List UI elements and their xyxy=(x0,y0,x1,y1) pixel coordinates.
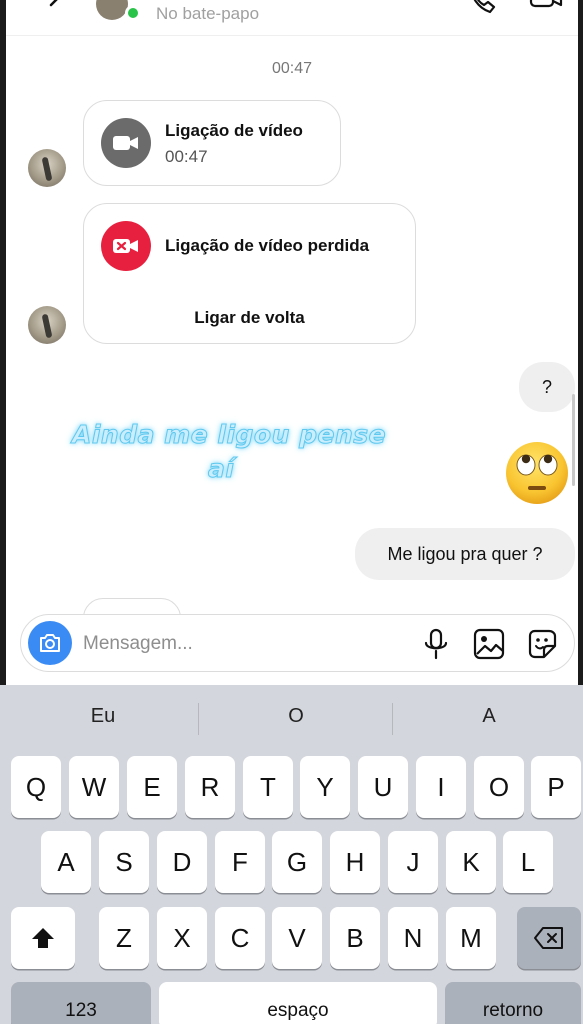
suggestion-bar: Eu O A xyxy=(0,685,583,751)
backspace-key[interactable] xyxy=(517,907,581,969)
chat-thread[interactable]: 00:47 Ligação de vídeo 00:47 Ligação de … xyxy=(6,36,578,685)
key-v[interactable]: V xyxy=(272,907,322,969)
online-status-dot xyxy=(125,5,141,21)
phone-call-icon[interactable] xyxy=(466,0,500,18)
video-camera-icon xyxy=(101,118,151,168)
missed-call-title: Ligação de vídeo perdida xyxy=(165,236,370,255)
key-a[interactable]: A xyxy=(41,831,91,893)
video-call-card[interactable]: Ligação de vídeo 00:47 xyxy=(83,100,341,186)
key-r[interactable]: R xyxy=(185,756,235,818)
sender-avatar[interactable] xyxy=(28,149,66,187)
key-k[interactable]: K xyxy=(446,831,496,893)
key-j[interactable]: J xyxy=(388,831,438,893)
back-arrow-icon[interactable] xyxy=(46,0,72,18)
contact-status: No bate-papo xyxy=(156,4,260,23)
shift-key[interactable] xyxy=(11,907,75,969)
overlay-caption: Ainda me ligou pense aí xyxy=(71,418,387,486)
message-composer xyxy=(20,614,575,672)
video-call-title: Ligação de vídeo xyxy=(165,121,303,140)
space-key[interactable]: espaço xyxy=(159,982,437,1024)
key-f[interactable]: F xyxy=(215,831,265,893)
suggestion-item[interactable]: O xyxy=(199,705,393,728)
key-d[interactable]: D xyxy=(157,831,207,893)
sticker-icon[interactable] xyxy=(526,628,558,660)
overlay-caption-line: aí xyxy=(207,454,235,484)
camera-icon xyxy=(40,634,60,652)
key-g[interactable]: G xyxy=(272,831,322,893)
key-y[interactable]: Y xyxy=(300,756,350,818)
missed-video-call-icon xyxy=(101,221,151,271)
numbers-key[interactable]: 123 xyxy=(11,982,151,1024)
frame-right-edge xyxy=(578,0,583,685)
message-bubble[interactable]: Me ligou pra quer ? xyxy=(355,528,575,580)
contact-avatar[interactable] xyxy=(96,0,128,20)
sender-avatar[interactable] xyxy=(28,306,66,344)
chat-header: No bate-papo xyxy=(6,0,578,36)
call-timestamp: 00:47 xyxy=(271,60,313,77)
key-s[interactable]: S xyxy=(99,831,149,893)
video-call-duration: 00:47 xyxy=(165,147,208,166)
key-l[interactable]: L xyxy=(503,831,553,893)
call-back-button[interactable]: Ligar de volta xyxy=(84,308,415,328)
rolling-eyes-emoji-icon[interactable] xyxy=(504,440,570,506)
keyboard: Eu O A Q W E R T Y U I O P A S D F G H J… xyxy=(0,685,583,1024)
key-q[interactable]: Q xyxy=(11,756,61,818)
key-u[interactable]: U xyxy=(358,756,408,818)
microphone-icon[interactable] xyxy=(421,628,451,660)
return-key[interactable]: retorno xyxy=(445,982,581,1024)
missed-call-card[interactable]: Ligação de vídeo perdida Ligar de volta xyxy=(83,203,416,344)
key-w[interactable]: W xyxy=(69,756,119,818)
key-x[interactable]: X xyxy=(157,907,207,969)
backspace-icon xyxy=(534,927,563,949)
key-o[interactable]: O xyxy=(474,756,524,818)
gallery-icon[interactable] xyxy=(473,628,505,660)
key-e[interactable]: E xyxy=(127,756,177,818)
key-c[interactable]: C xyxy=(215,907,265,969)
overlay-caption-line: Ainda me ligou pense xyxy=(71,420,387,450)
key-n[interactable]: N xyxy=(388,907,438,969)
chat-scrollbar[interactable] xyxy=(572,394,575,486)
key-b[interactable]: B xyxy=(330,907,380,969)
shift-arrow-icon xyxy=(32,928,54,948)
suggestion-item[interactable]: Eu xyxy=(6,705,200,728)
key-p[interactable]: P xyxy=(531,756,581,818)
video-call-icon[interactable] xyxy=(528,0,564,18)
message-input[interactable] xyxy=(83,630,383,658)
key-t[interactable]: T xyxy=(243,756,293,818)
camera-button[interactable] xyxy=(28,621,72,665)
message-bubble[interactable]: ? xyxy=(519,362,575,412)
key-i[interactable]: I xyxy=(416,756,466,818)
key-h[interactable]: H xyxy=(330,831,380,893)
key-z[interactable]: Z xyxy=(99,907,149,969)
suggestion-item[interactable]: A xyxy=(392,705,583,728)
key-m[interactable]: M xyxy=(446,907,496,969)
